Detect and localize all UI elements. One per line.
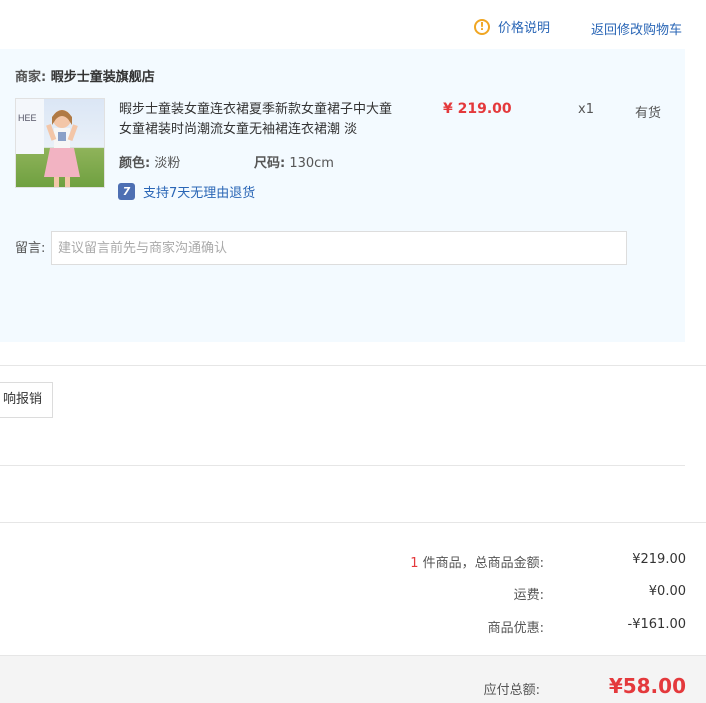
- items-amount: ¥219.00: [632, 552, 686, 567]
- price-info-link[interactable]: ! 价格说明: [474, 17, 550, 36]
- color-label: 颜色:: [119, 156, 151, 171]
- return-policy-tag[interactable]: 7 支持7天无理由退货: [118, 182, 255, 201]
- divider: [0, 522, 706, 523]
- note-input[interactable]: [51, 231, 627, 265]
- items-summary-text: 件商品，总商品金额:: [418, 556, 544, 571]
- items-summary-label: 1 件商品，总商品金额:: [410, 552, 544, 571]
- product-price: ¥ 219.00: [443, 101, 512, 117]
- total-amount: ¥58.00: [608, 674, 686, 698]
- seven-day-return-icon: 7: [118, 183, 135, 200]
- shipping-amount: ¥0.00: [648, 584, 686, 599]
- total-label: 应付总额:: [483, 683, 540, 698]
- note-label: 留言:: [15, 241, 46, 256]
- discount-amount: -¥161.00: [627, 617, 686, 632]
- svg-text:HEE: HEE: [18, 113, 37, 123]
- warning-circle-icon: !: [474, 18, 490, 35]
- product-size: 尺码: 130cm: [254, 152, 334, 171]
- product-quantity: x1: [578, 102, 594, 117]
- product-color: 颜色: 淡粉: [119, 152, 180, 171]
- divider: [0, 465, 685, 466]
- merchant-info: 商家: 暇步士童装旗舰店: [15, 66, 155, 85]
- product-image-icon: HEE: [16, 99, 80, 187]
- invoice-tab-button[interactable]: 响报销: [0, 382, 53, 418]
- product-title[interactable]: 暇步士童装女童连衣裙夏季新款女童裙子中大童女童裙装时尚潮流女童无袖裙连衣裙潮 淡: [119, 100, 397, 140]
- color-value: 淡粉: [154, 156, 181, 171]
- discount-label: 商品优惠:: [487, 621, 544, 636]
- return-policy-text: 支持7天无理由退货: [143, 186, 256, 201]
- merchant-name[interactable]: 暇步士童装旗舰店: [51, 70, 155, 85]
- shipping-label: 运费:: [513, 588, 544, 603]
- size-value: 130cm: [289, 156, 334, 171]
- merchant-label: 商家:: [15, 70, 47, 85]
- size-label: 尺码:: [254, 156, 286, 171]
- stock-status: 有货: [635, 106, 662, 121]
- order-item-panel: [0, 49, 685, 342]
- product-thumbnail[interactable]: HEE: [15, 98, 105, 188]
- divider: [0, 365, 706, 366]
- total-bar: [0, 655, 706, 703]
- return-to-cart-link[interactable]: 返回修改购物车: [591, 19, 682, 38]
- price-info-label: 价格说明: [498, 21, 551, 36]
